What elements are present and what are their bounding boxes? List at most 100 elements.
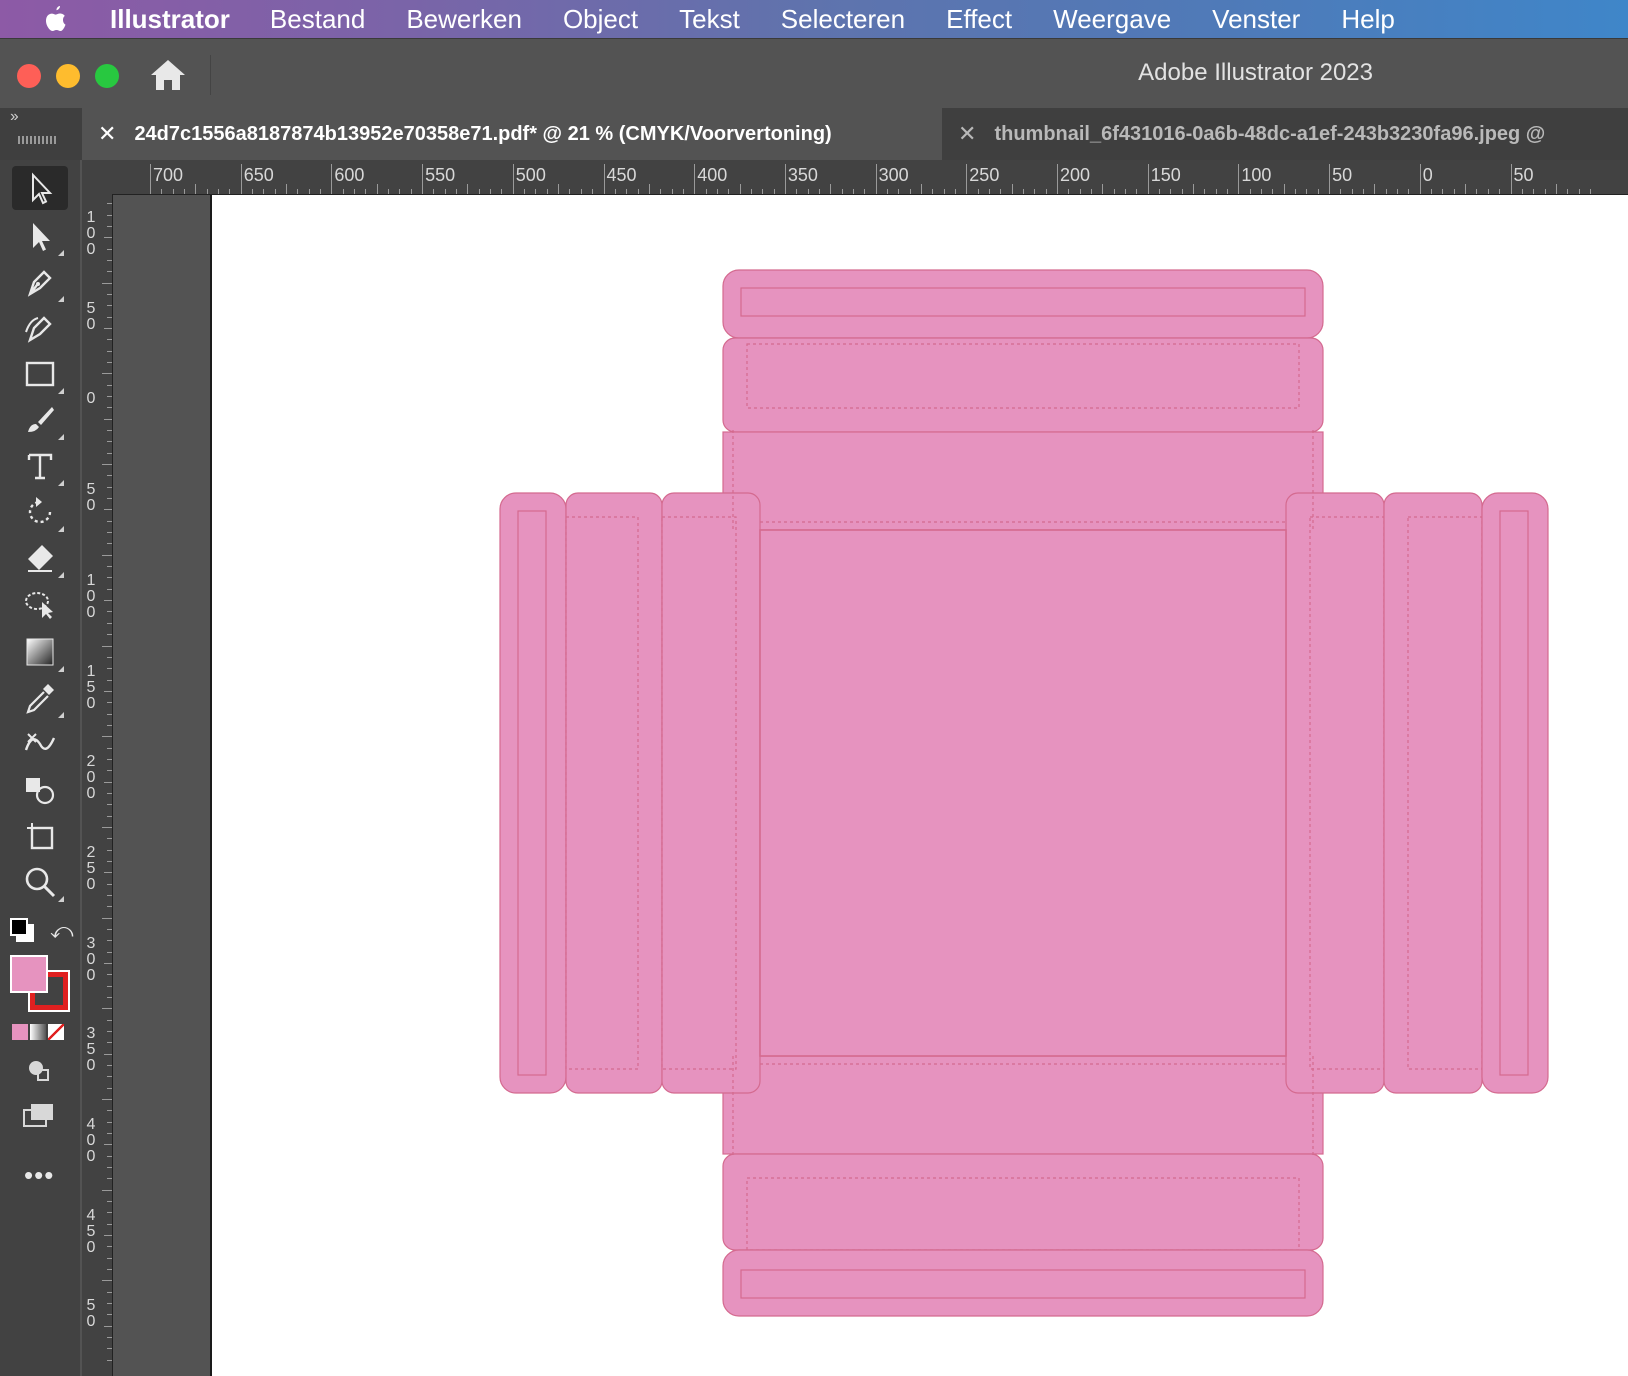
- ruler-tick: [107, 940, 112, 942]
- default-colors-icon[interactable]: [10, 918, 34, 942]
- shape-builder-tool-icon[interactable]: [12, 768, 68, 812]
- ruler-origin[interactable]: [82, 160, 113, 195]
- selection-tool-icon[interactable]: [12, 166, 68, 210]
- pen-tool-icon[interactable]: [12, 260, 68, 304]
- ruler-tick: [107, 532, 112, 534]
- ruler-tick: [1181, 189, 1183, 194]
- eyedropper-tool-icon[interactable]: [12, 676, 68, 720]
- ruler-tick: [1351, 189, 1353, 194]
- zoom-window-button[interactable]: [95, 64, 119, 88]
- ruler-tick: [932, 189, 934, 194]
- direct-selection-tool-icon[interactable]: [12, 214, 68, 258]
- ruler-tick: [1442, 189, 1444, 194]
- color-mode-icon[interactable]: [12, 1024, 28, 1040]
- ruler-label: 250: [86, 843, 96, 893]
- close-tab-icon[interactable]: ✕: [98, 121, 116, 147]
- ruler-tick: [195, 184, 197, 194]
- ruler-tick: [739, 184, 741, 194]
- eraser-tool-icon[interactable]: [12, 536, 68, 580]
- ruler-tick: [107, 1167, 112, 1169]
- window-title: Adobe Illustrator 2023: [1138, 59, 1373, 86]
- menu-object[interactable]: Object: [563, 4, 638, 35]
- draw-mode-icon[interactable]: [26, 1058, 52, 1082]
- menu-app-name[interactable]: Illustrator: [110, 4, 230, 35]
- lasso-tool-icon[interactable]: [12, 582, 68, 626]
- ruler-label: 700: [153, 165, 184, 185]
- swap-colors-icon[interactable]: ⤺: [50, 918, 74, 944]
- none-mode-icon[interactable]: [48, 1024, 64, 1040]
- menu-bestand[interactable]: Bestand: [270, 4, 365, 35]
- ruler-tick: [1272, 189, 1274, 194]
- ruler-tick: [660, 189, 662, 194]
- document-tab[interactable]: ✕ thumbnail_6f431016-0a6b-48dc-a1ef-243b…: [942, 108, 1628, 160]
- artboard-tool-icon[interactable]: [12, 814, 68, 858]
- ruler-tick: [107, 702, 112, 704]
- ruler-tick: [107, 1042, 112, 1044]
- menu-tekst[interactable]: Tekst: [679, 4, 740, 35]
- ruler-tick: [818, 189, 820, 194]
- ruler-tick: [107, 747, 112, 749]
- ruler-tick: [1102, 184, 1104, 194]
- close-window-button[interactable]: [17, 64, 41, 88]
- ruler-label: 350: [787, 165, 818, 185]
- ruler-tick: [107, 1303, 112, 1305]
- menu-help[interactable]: Help: [1341, 4, 1394, 35]
- gradient-tool-icon[interactable]: [12, 630, 68, 674]
- menu-venster[interactable]: Venster: [1212, 4, 1300, 35]
- gradient-mode-icon[interactable]: [30, 1024, 46, 1040]
- ruler-tick: [1125, 189, 1127, 194]
- ruler-tick: [107, 622, 112, 624]
- rotate-tool-icon[interactable]: [12, 490, 68, 534]
- menu-selecteren[interactable]: Selecteren: [781, 4, 905, 35]
- screen-mode-icon[interactable]: [22, 1102, 56, 1128]
- ruler-tick: [682, 189, 684, 194]
- ruler-tick: [107, 498, 112, 500]
- ruler-tick: [1113, 189, 1115, 194]
- ruler-tick: [716, 189, 718, 194]
- ruler-tick: [558, 184, 560, 194]
- ruler-tick: [784, 164, 786, 194]
- ruler-tick: [104, 418, 112, 420]
- ruler-tick: [841, 189, 843, 194]
- zoom-tool-icon[interactable]: [12, 860, 68, 904]
- ruler-tick: [274, 189, 276, 194]
- ruler-tick: [107, 883, 112, 885]
- ruler-tick: [107, 305, 112, 307]
- ruler-tick: [1453, 189, 1455, 194]
- puppet-warp-tool-icon[interactable]: [12, 722, 68, 766]
- more-tools-icon[interactable]: •••: [24, 1160, 54, 1191]
- ruler-tick: [104, 600, 112, 602]
- apple-icon[interactable]: [42, 4, 100, 34]
- ruler-tick: [102, 1189, 112, 1191]
- minimize-window-button[interactable]: [56, 64, 80, 88]
- rectangle-tool-icon[interactable]: [12, 352, 68, 396]
- horizontal-ruler[interactable]: 700 650 600 550 500 450 400 350 300 250 200 150 100 5…: [112, 160, 1628, 195]
- vertical-ruler[interactable]: 100 50 0 50 100 150 200 250 300 350 400 450 50: [82, 194, 113, 1376]
- ruler-tick: [107, 656, 112, 658]
- close-tab-icon[interactable]: ✕: [958, 121, 976, 147]
- ruler-tick: [107, 339, 112, 341]
- ruler-label: 250: [969, 165, 1000, 185]
- collapse-panels-icon[interactable]: ››: [10, 108, 19, 126]
- ruler-tick: [444, 189, 446, 194]
- ruler-tick: [107, 1201, 112, 1203]
- home-icon[interactable]: [148, 57, 188, 93]
- menu-weergave[interactable]: Weergave: [1053, 4, 1171, 35]
- ruler-tick: [478, 189, 480, 194]
- ruler-tick: [104, 328, 112, 330]
- curvature-tool-icon[interactable]: [12, 306, 68, 350]
- artboard[interactable]: [210, 195, 1628, 1376]
- ruler-label: 550: [425, 165, 456, 185]
- ruler-tick: [1227, 189, 1229, 194]
- paintbrush-tool-icon[interactable]: [12, 398, 68, 442]
- document-tab-active[interactable]: ✕ 24d7c1556a8187874b13952e70358e71.pdf* …: [82, 108, 942, 160]
- menu-bewerken[interactable]: Bewerken: [406, 4, 522, 35]
- ruler-tick: [1340, 189, 1342, 194]
- menu-effect[interactable]: Effect: [946, 4, 1012, 35]
- fill-swatch[interactable]: [10, 955, 48, 993]
- ruler-tick: [107, 1087, 112, 1089]
- ruler-tick: [297, 189, 299, 194]
- panel-grip[interactable]: [18, 136, 58, 144]
- ruler-tick: [107, 1269, 112, 1271]
- type-tool-icon[interactable]: [12, 444, 68, 488]
